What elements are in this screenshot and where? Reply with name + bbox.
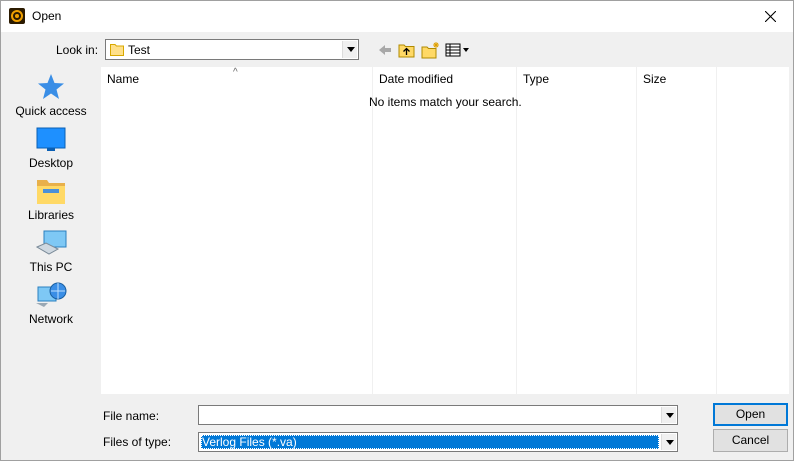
column-divider [372, 67, 373, 394]
open-button[interactable]: Open [713, 403, 788, 426]
back-arrow-icon[interactable] [375, 41, 395, 59]
cancel-button[interactable]: Cancel [713, 429, 788, 452]
star-icon [38, 74, 64, 99]
app-icon [9, 8, 25, 24]
place-label: Desktop [28, 156, 74, 170]
sort-ascending-icon: ^ [233, 67, 238, 78]
place-desktop[interactable]: Desktop [4, 127, 98, 170]
place-this-pc[interactable]: This PC [4, 229, 98, 274]
place-label: This PC [29, 260, 73, 274]
column-divider [636, 67, 637, 394]
up-folder-icon[interactable] [397, 41, 417, 59]
column-label: Name [107, 72, 140, 86]
window-title: Open [32, 9, 62, 23]
view-menu-icon[interactable] [445, 41, 471, 59]
place-label: Quick access [15, 104, 87, 118]
look-in-label: Look in: [56, 43, 99, 57]
column-label: Size [643, 72, 667, 86]
look-in-value: Test [128, 43, 151, 57]
column-label: Date modified [379, 72, 454, 86]
chevron-down-icon[interactable] [661, 407, 676, 423]
place-libraries[interactable]: Libraries [4, 177, 98, 222]
column-divider [716, 67, 717, 394]
close-button[interactable] [747, 1, 793, 31]
file-name-input[interactable] [198, 405, 678, 425]
look-in-dropdown[interactable]: Test [105, 39, 359, 60]
network-icon [36, 282, 67, 307]
close-icon [764, 10, 776, 22]
file-list[interactable]: Name ^ Date modified Type Size No items … [101, 67, 789, 394]
file-type-label: Files of type: [103, 435, 172, 449]
column-header-date-modified[interactable]: Date modified [373, 67, 517, 91]
place-label: Libraries [27, 208, 75, 222]
chevron-down-icon[interactable] [661, 434, 676, 450]
place-quick-access[interactable]: Quick access [4, 73, 98, 118]
desktop-icon [36, 127, 66, 151]
place-network[interactable]: Network [4, 281, 98, 326]
place-label: Network [28, 312, 73, 326]
column-label: Type [523, 72, 550, 86]
chevron-down-icon[interactable] [342, 41, 357, 58]
column-divider [516, 67, 517, 394]
open-dialog: Open Look in: Test Quick access Desktop … [0, 0, 794, 461]
libraries-icon [37, 180, 65, 204]
file-type-value: Verlog Files (*.va) [201, 435, 659, 449]
places-bar: Quick access Desktop Libraries This PC N… [4, 67, 98, 393]
folder-icon [110, 44, 124, 56]
column-header-size[interactable]: Size [637, 67, 717, 91]
empty-message: No items match your search. [369, 95, 522, 109]
file-type-dropdown[interactable]: Verlog Files (*.va) [198, 432, 678, 452]
title-bar: Open [1, 1, 793, 32]
new-folder-icon[interactable] [421, 41, 441, 59]
computer-icon [35, 230, 67, 255]
column-header-type[interactable]: Type [517, 67, 637, 91]
file-name-label: File name: [103, 409, 160, 423]
